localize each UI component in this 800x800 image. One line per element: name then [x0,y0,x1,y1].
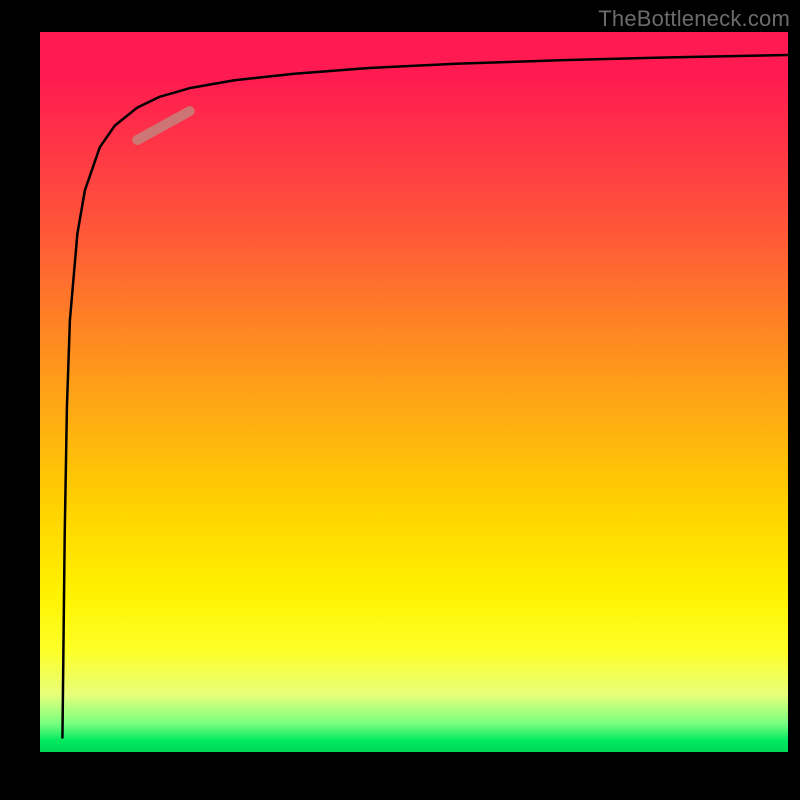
chart-svg [40,32,788,752]
chart-plot-area [40,32,788,752]
chart-marker-segment [137,111,189,140]
watermark-text: TheBottleneck.com [598,6,790,32]
chart-curve [62,55,788,738]
